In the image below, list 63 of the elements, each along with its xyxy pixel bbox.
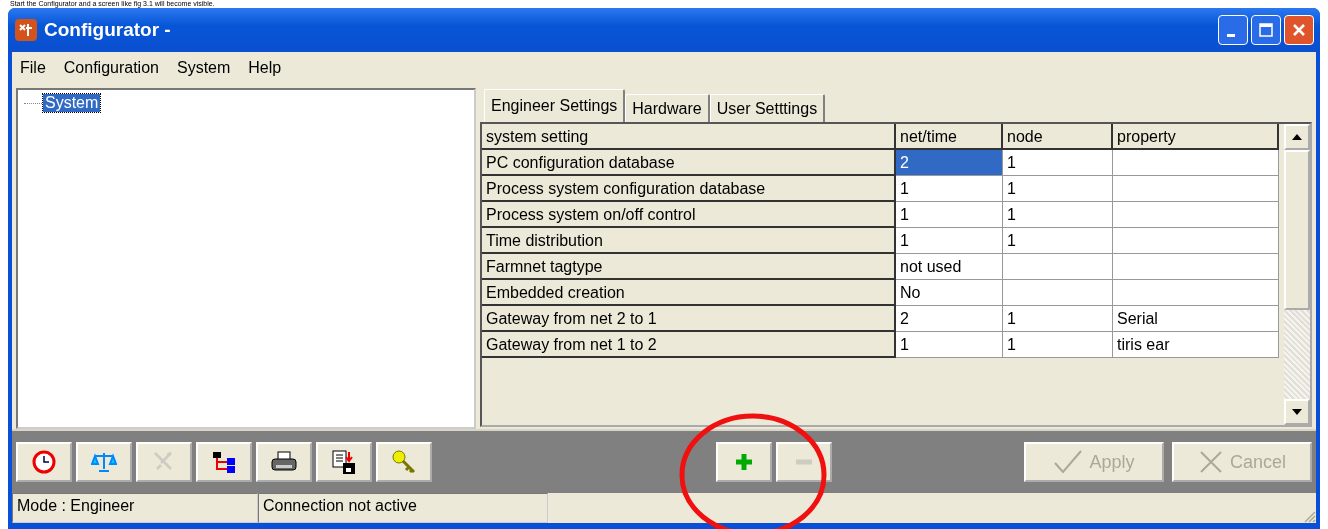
- column-header: node: [1003, 124, 1113, 150]
- close-button[interactable]: [1284, 15, 1314, 45]
- printer-icon: [270, 450, 298, 474]
- clock-icon: [32, 450, 56, 474]
- toolbar-button[interactable]: [196, 442, 252, 482]
- plus-icon: [734, 452, 754, 472]
- table-cell[interactable]: 1: [1003, 306, 1113, 332]
- table-cell[interactable]: tiris ear: [1113, 332, 1279, 358]
- menu-item[interactable]: System: [174, 59, 233, 77]
- table-cell[interactable]: 1: [896, 332, 1003, 358]
- tab[interactable]: User Setttings: [709, 94, 826, 122]
- row-header: Process system configuration database: [482, 176, 896, 202]
- row-header: Gateway from net 2 to 1: [482, 306, 896, 332]
- table-cell[interactable]: 1: [1003, 202, 1113, 228]
- menu-item[interactable]: File: [18, 59, 48, 77]
- scrollbar[interactable]: [1284, 124, 1310, 425]
- resize-grip-icon: [1302, 509, 1316, 523]
- status-text: Mode : Engineer: [12, 493, 258, 523]
- tree-item[interactable]: System: [43, 94, 101, 112]
- row-header: Gateway from net 1 to 2: [482, 332, 896, 358]
- add-button[interactable]: [716, 442, 772, 482]
- minimize-button[interactable]: [1218, 15, 1248, 45]
- menu-item[interactable]: Help: [246, 59, 284, 77]
- toolbar-button[interactable]: [316, 442, 372, 482]
- table-cell[interactable]: Serial: [1113, 306, 1279, 332]
- menu-item[interactable]: Configuration: [61, 59, 161, 77]
- table-cell[interactable]: 1: [896, 202, 1003, 228]
- table-cell[interactable]: 1: [1003, 228, 1113, 254]
- row-header: Time distribution: [482, 228, 896, 254]
- tab[interactable]: Hardware: [625, 94, 710, 122]
- key-icon: [391, 449, 417, 475]
- minimize-icon: [1227, 33, 1235, 37]
- column-header: net/time: [896, 124, 1003, 150]
- app-logo-icon: [14, 18, 38, 42]
- column-header: property: [1113, 124, 1279, 150]
- table-cell[interactable]: 1: [1003, 176, 1113, 202]
- table-cell[interactable]: No: [896, 280, 1003, 306]
- table-cell[interactable]: 2: [896, 150, 1003, 176]
- column-header: system setting: [482, 124, 896, 150]
- maximize-icon: [1258, 22, 1274, 38]
- window-title: Configurator -: [44, 19, 171, 41]
- cross-icon: [1198, 449, 1224, 475]
- arrow-down-icon: [1292, 409, 1302, 415]
- table-cell[interactable]: 2: [896, 306, 1003, 332]
- checkmark-icon: [1053, 449, 1084, 475]
- hierarchy-icon: [211, 450, 237, 474]
- table-cell[interactable]: 1: [896, 176, 1003, 202]
- close-icon: [1291, 22, 1307, 38]
- toolbar-button[interactable]: [256, 442, 312, 482]
- arrow-up-icon: [1292, 134, 1302, 140]
- row-header: Farmnet tagtype: [482, 254, 896, 280]
- save-document-icon: [331, 449, 357, 475]
- table-cell[interactable]: 1: [896, 228, 1003, 254]
- tab[interactable]: Engineer Settings: [484, 89, 626, 122]
- table-cell[interactable]: 1: [1003, 150, 1113, 176]
- table-cell[interactable]: 1: [1003, 332, 1113, 358]
- scale-icon: [91, 451, 117, 473]
- row-header: Embedded creation: [482, 280, 896, 306]
- table-cell[interactable]: not used: [896, 254, 1003, 280]
- row-header: Process system on/off control: [482, 202, 896, 228]
- maximize-button[interactable]: [1251, 15, 1281, 45]
- status-text: Connection not active: [258, 493, 548, 523]
- row-header: PC configuration database: [482, 150, 896, 176]
